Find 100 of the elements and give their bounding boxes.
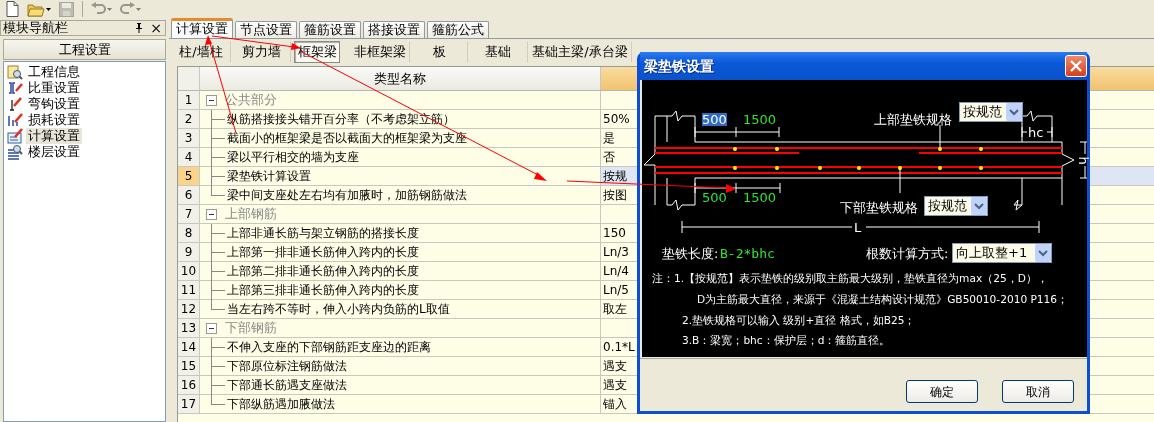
group-label: 下部钢筋 [225, 319, 277, 337]
table-cell: 否 [603, 150, 615, 164]
table-cell: 取左 [603, 302, 627, 316]
group-label: 上部钢筋 [225, 205, 277, 223]
column-outline [1013, 177, 1063, 211]
table-cell-text: 当左右跨不等时，伸入小跨内负筋的L取值 [227, 301, 450, 318]
document-icon [6, 1, 19, 17]
row-number: 15 [178, 357, 200, 375]
row-number: 3 [178, 129, 200, 147]
column-outline [666, 177, 696, 211]
table-cell: 按规 [603, 169, 627, 183]
table-cell-text: 上部第二排非通长筋伸入跨内的长度 [227, 263, 419, 280]
table-cell-text: 梁垫铁计算设置 [227, 168, 311, 185]
collapse-toggle[interactable] [206, 95, 217, 106]
table-cell-text: 梁以平行相交的墙为支座 [227, 149, 359, 166]
tab[interactable]: 计算设置 [171, 18, 233, 38]
table-cell-text: 下部纵筋遇加腋做法 [227, 396, 335, 413]
spec-label: 下部垫铁规格 [840, 201, 918, 214]
table-cell: 按图 [603, 188, 627, 202]
tab[interactable]: 搭接设置 [363, 21, 425, 38]
tab[interactable]: 箍筋公式 [427, 21, 489, 38]
category-button[interactable]: 非框架梁 [350, 41, 410, 63]
dropdown[interactable]: 按规范 [959, 102, 1023, 122]
nav-item[interactable]: 损耗设置 [26, 112, 82, 128]
dialog-button[interactable]: 取消 [1002, 380, 1074, 403]
column-outline [654, 110, 696, 143]
panel-title: 模块导航栏 [3, 21, 68, 35]
category-button[interactable]: 板 [410, 41, 468, 63]
form-pencil-icon [7, 128, 23, 144]
dropdown[interactable]: 按规范 [924, 196, 988, 216]
table-cell: 0.1*L [603, 340, 635, 354]
table-cell: Ln/5 [603, 283, 629, 297]
nav-item[interactable]: 计算设置 [26, 128, 82, 144]
break-line [1061, 141, 1075, 179]
table-cell: Ln/4 [603, 264, 629, 278]
section-header[interactable]: 工程设置 [3, 39, 166, 60]
dialog-title: 梁垫铁设置 [644, 56, 714, 76]
row-number: 17 [178, 395, 200, 413]
row-number: 1 [178, 91, 200, 109]
folder-icon [27, 1, 45, 17]
nav-item[interactable]: 楼层设置 [26, 144, 82, 160]
table-cell-text: 梁中间支座处左右均有加腋时，加筋钢筋做法 [227, 187, 467, 204]
dimension-label: h [1076, 156, 1090, 165]
field-label: 根数计算方式: [866, 247, 949, 260]
table-cell: 遇支 [603, 359, 627, 373]
note-text: 注：1.【按规范】表示垫铁的级别取主筋最大级别，垫铁直径为max（25，D）， [652, 273, 1048, 284]
dimension-line [1079, 141, 1087, 179]
document-button[interactable] [4, 0, 21, 18]
field-label: 垫铁长度: [662, 247, 719, 260]
row-number: 2 [178, 110, 200, 128]
table-cell-text: 不伸入支座的下部钢筋距支座边的距离 [227, 339, 431, 356]
column-outline [1021, 110, 1053, 143]
row-number: 8 [178, 224, 200, 242]
table-cell: 50% [603, 112, 630, 126]
table-cell: Ln/3 [603, 245, 629, 259]
row-number: 14 [178, 338, 200, 356]
collapse-toggle[interactable] [206, 323, 217, 334]
dimension-value: 500 [702, 113, 727, 126]
leader-line [939, 124, 941, 149]
dimension-value: 500 [702, 191, 727, 204]
nav-item[interactable]: 弯钩设置 [26, 96, 82, 112]
row-number: 4 [178, 148, 200, 166]
undo-icon [91, 2, 106, 16]
document-magnifier-icon [7, 64, 23, 80]
note-text: 2.垫铁规格可以输入 级别+直径 格式，如B25； [682, 315, 916, 326]
table-cell-text: 下部原位标注钢筋做法 [227, 358, 347, 375]
note-text: D为主筋最大直径，来源于《混凝土结构设计规范》GB50010-2010 P116； [697, 294, 1069, 305]
column-header: 类型名称 [200, 67, 601, 90]
close-button[interactable]: × [147, 22, 165, 34]
formula-text: B-2*bhc [720, 247, 775, 260]
close-button[interactable] [1065, 55, 1087, 77]
dropdown[interactable]: 向上取整+1 [952, 243, 1052, 263]
row-number: 16 [178, 376, 200, 394]
dimension-value: 1500 [743, 113, 777, 126]
table-cell: 150 [603, 226, 626, 240]
row-number: 9 [178, 243, 200, 261]
table-cell: 遇支 [603, 378, 627, 392]
table-cell-text: 上部第三排非通长筋伸入跨内的长度 [227, 282, 419, 299]
nav-item[interactable]: 比重设置 [26, 80, 82, 96]
chart-pencil-icon [7, 112, 23, 128]
dialog-button[interactable]: 确定 [906, 380, 978, 403]
table-cell: 是 [603, 131, 615, 145]
row-number: 12 [178, 300, 200, 318]
table-cell-text: 截面小的框架梁是否以截面大的框架梁为支座 [227, 130, 467, 147]
row-number: 13 [178, 319, 200, 337]
tab[interactable]: 节点设置 [235, 21, 297, 38]
leader-line [899, 167, 901, 194]
hook-pencil-icon [7, 96, 23, 112]
tab[interactable]: 箍筋设置 [299, 21, 361, 38]
dimension-value: 1500 [743, 191, 777, 204]
row-number: 10 [178, 262, 200, 280]
row-number: 6 [178, 186, 200, 204]
dimension-label: hc [1028, 126, 1044, 139]
collapse-toggle[interactable] [206, 209, 217, 220]
pin-icon[interactable] [135, 23, 144, 33]
category-button[interactable]: 基础 [468, 41, 528, 63]
category-button[interactable]: 基础主梁/承台梁 [528, 41, 632, 63]
dimension-label: L [854, 221, 862, 234]
nav-item[interactable]: 工程信息 [26, 64, 82, 80]
row-number: 7 [178, 205, 200, 223]
